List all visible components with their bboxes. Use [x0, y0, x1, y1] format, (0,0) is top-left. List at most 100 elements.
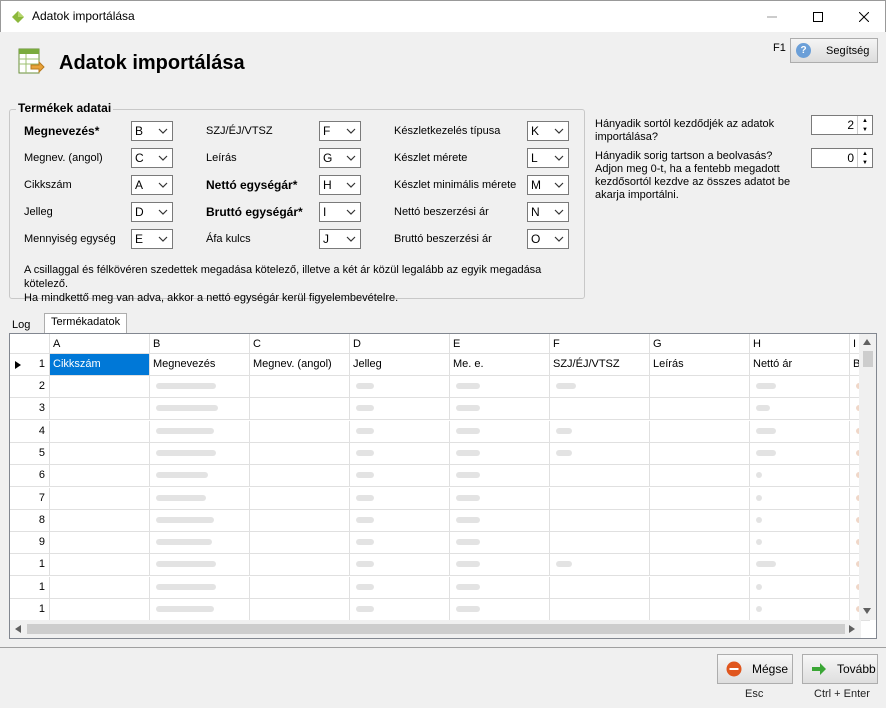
table-cell[interactable]: [50, 376, 150, 398]
table-cell[interactable]: [450, 465, 550, 488]
table-cell[interactable]: [150, 420, 250, 443]
spin-down-icon[interactable]: ▼: [857, 158, 872, 167]
minimize-button[interactable]: [749, 1, 795, 32]
table-cell[interactable]: SZJ/ÉJ/VTSZ: [550, 354, 650, 376]
table-row[interactable]: 6: [10, 465, 870, 488]
vertical-scrollbar[interactable]: [859, 334, 876, 620]
table-cell[interactable]: [550, 599, 650, 621]
column-header[interactable]: E: [450, 334, 550, 354]
table-cell[interactable]: [550, 532, 650, 555]
table-cell[interactable]: [650, 376, 750, 398]
combo-gross-price[interactable]: I: [319, 202, 361, 222]
table-cell[interactable]: [250, 398, 350, 421]
table-cell[interactable]: [50, 599, 150, 621]
spin-up-icon[interactable]: ▲: [857, 116, 872, 125]
table-cell[interactable]: Jelleg: [350, 354, 450, 376]
column-header[interactable]: B: [150, 334, 250, 354]
scroll-up-icon[interactable]: [863, 339, 871, 345]
table-row[interactable]: 2: [10, 376, 870, 398]
table-cell[interactable]: [750, 398, 850, 421]
table-cell[interactable]: [150, 509, 250, 532]
table-cell[interactable]: [450, 509, 550, 532]
data-grid[interactable]: A B C D E F G H I 1 Cikkszám Megnevezés …: [9, 333, 877, 639]
table-cell[interactable]: [350, 420, 450, 443]
table-cell[interactable]: Leírás: [650, 354, 750, 376]
column-header[interactable]: H: [750, 334, 850, 354]
table-cell[interactable]: [50, 554, 150, 577]
next-button[interactable]: Tovább: [802, 654, 878, 684]
table-cell[interactable]: [350, 599, 450, 621]
combo-name-en[interactable]: C: [131, 148, 173, 168]
table-cell[interactable]: Cikkszám: [50, 354, 150, 376]
table-cell[interactable]: [150, 532, 250, 555]
table-cell[interactable]: [250, 376, 350, 398]
table-cell[interactable]: [250, 599, 350, 621]
table-cell[interactable]: [550, 398, 650, 421]
combo-unit[interactable]: E: [131, 229, 173, 249]
row-header[interactable]: 1: [10, 576, 50, 599]
table-cell[interactable]: [150, 576, 250, 599]
table-cell[interactable]: [750, 420, 850, 443]
table-cell[interactable]: [450, 420, 550, 443]
table-cell[interactable]: [50, 398, 150, 421]
table-cell[interactable]: [350, 465, 450, 488]
table-row[interactable]: 1: [10, 554, 870, 577]
table-cell[interactable]: [250, 487, 350, 510]
table-cell[interactable]: [350, 532, 450, 555]
table-row[interactable]: 7: [10, 487, 870, 510]
table-row[interactable]: 1: [10, 576, 870, 599]
combo-description[interactable]: G: [319, 148, 361, 168]
table-cell[interactable]: [350, 442, 450, 465]
combo-sku[interactable]: A: [131, 175, 173, 195]
column-header[interactable]: A: [50, 334, 150, 354]
table-cell[interactable]: [550, 442, 650, 465]
table-cell[interactable]: [50, 509, 150, 532]
table-cell[interactable]: [150, 442, 250, 465]
table-cell[interactable]: [50, 576, 150, 599]
table-cell[interactable]: [550, 465, 650, 488]
table-cell[interactable]: [550, 420, 650, 443]
table-cell[interactable]: [450, 487, 550, 510]
table-cell[interactable]: [750, 487, 850, 510]
table-cell[interactable]: [750, 554, 850, 577]
row-header[interactable]: 9: [10, 532, 50, 555]
table-row[interactable]: 3: [10, 398, 870, 421]
table-cell[interactable]: [50, 532, 150, 555]
table-cell[interactable]: [550, 554, 650, 577]
table-cell[interactable]: [650, 487, 750, 510]
table-cell[interactable]: [150, 398, 250, 421]
table-cell[interactable]: [350, 554, 450, 577]
table-cell[interactable]: [550, 509, 650, 532]
row-header[interactable]: 7: [10, 487, 50, 510]
table-cell[interactable]: [450, 398, 550, 421]
table-cell[interactable]: Megnev. (angol): [250, 354, 350, 376]
table-row[interactable]: 1: [10, 599, 870, 621]
horizontal-scroll-thumb[interactable]: [27, 624, 845, 634]
combo-stock-size[interactable]: L: [527, 148, 569, 168]
table-cell[interactable]: [250, 554, 350, 577]
scroll-right-icon[interactable]: [849, 625, 855, 633]
table-cell[interactable]: [650, 465, 750, 488]
table-cell[interactable]: [750, 576, 850, 599]
table-row[interactable]: 5: [10, 442, 870, 465]
combo-gross-purchase[interactable]: O: [527, 229, 569, 249]
table-cell[interactable]: [250, 420, 350, 443]
combo-stock-min[interactable]: M: [527, 175, 569, 195]
row-header[interactable]: 1: [10, 554, 50, 577]
combo-type[interactable]: D: [131, 202, 173, 222]
row-header[interactable]: 4: [10, 420, 50, 443]
combo-name[interactable]: B: [131, 121, 173, 141]
table-cell[interactable]: [450, 599, 550, 621]
table-cell[interactable]: [750, 532, 850, 555]
start-row-spinner[interactable]: 2 ▲ ▼: [811, 115, 873, 135]
close-button[interactable]: [841, 1, 886, 32]
table-cell[interactable]: [550, 576, 650, 599]
table-cell[interactable]: [450, 376, 550, 398]
table-cell[interactable]: [650, 509, 750, 532]
table-cell[interactable]: [450, 554, 550, 577]
combo-vat[interactable]: J: [319, 229, 361, 249]
scroll-left-icon[interactable]: [15, 625, 21, 633]
table-cell[interactable]: [750, 376, 850, 398]
row-header[interactable]: 1: [10, 354, 50, 376]
table-cell[interactable]: [250, 442, 350, 465]
